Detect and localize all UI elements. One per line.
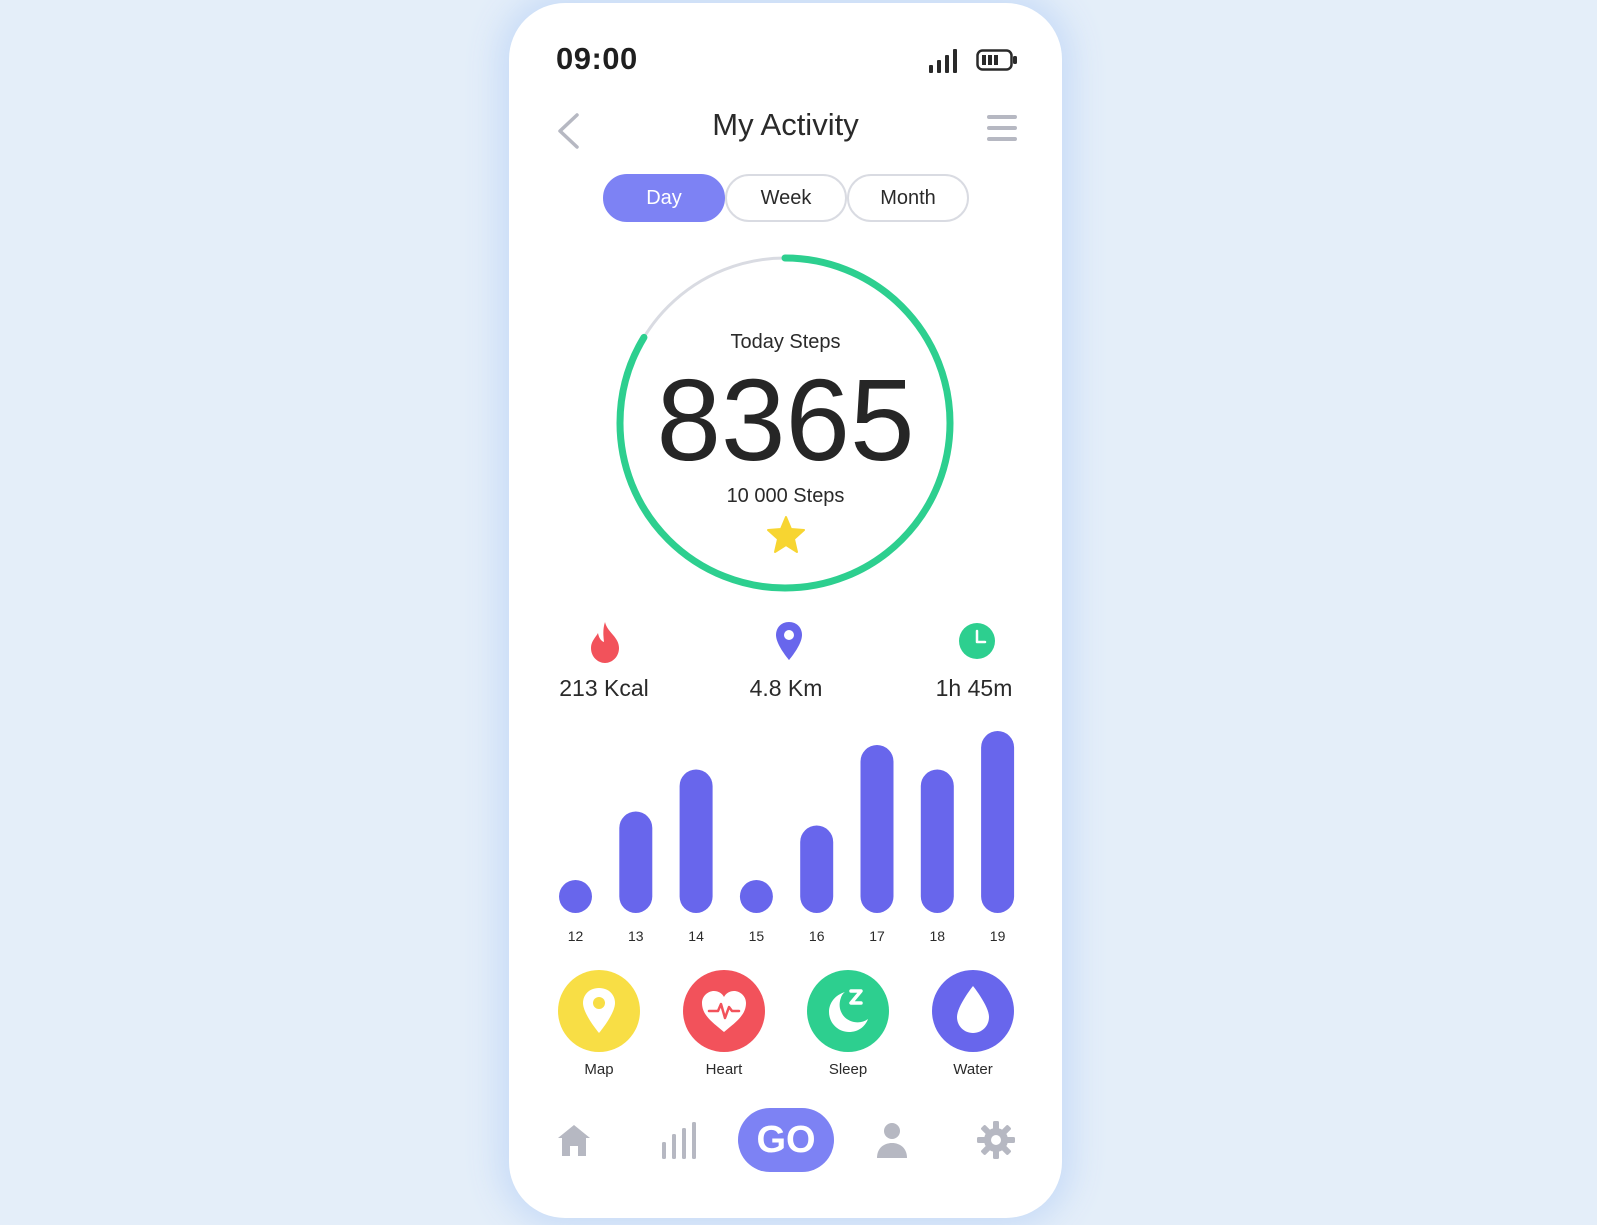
- x-tick-label: 15: [749, 928, 765, 944]
- bar-15: [739, 880, 773, 913]
- phone-frame: 09:00 My Activity Day Week Month Today S…: [509, 3, 1062, 1218]
- profile-icon[interactable]: [875, 1121, 909, 1159]
- bar-12: [559, 880, 592, 913]
- water-label: Water: [953, 1061, 993, 1078]
- distance-value: 4.8 Km: [749, 675, 823, 701]
- sleep-button[interactable]: Sleep: [788, 970, 908, 1078]
- map-button-circle: [558, 970, 640, 1052]
- location-pin-icon: [776, 622, 802, 660]
- go-button[interactable]: GO: [738, 1108, 834, 1172]
- bar-13: [619, 811, 653, 913]
- x-tick-label: 14: [688, 928, 704, 944]
- hamburger-menu-icon[interactable]: [986, 113, 1018, 143]
- x-tick-label: 17: [869, 928, 885, 944]
- calories-value: 213 Kcal: [559, 675, 649, 701]
- duration-value: 1h 45m: [935, 675, 1013, 701]
- moon-icon: [829, 989, 868, 1032]
- bar-16: [800, 825, 834, 913]
- steps-count: 8365: [656, 355, 915, 485]
- x-tick-label: 13: [628, 928, 644, 944]
- bar-19: [981, 731, 1015, 913]
- battery-icon: [976, 49, 1017, 71]
- map-label: Map: [584, 1061, 614, 1078]
- settings-icon[interactable]: [976, 1120, 1016, 1160]
- steps-goal: 10 000 Steps: [726, 485, 845, 507]
- x-tick-label: 18: [930, 928, 946, 944]
- page-title: My Activity: [712, 107, 859, 142]
- flame-icon: [591, 622, 619, 663]
- bar-17: [860, 745, 894, 913]
- sleep-button-circle: [807, 970, 889, 1052]
- water-drop-icon: [957, 986, 989, 1033]
- sleep-label: Sleep: [828, 1061, 868, 1078]
- heart-button-circle: [683, 970, 765, 1052]
- status-time: 09:00: [556, 41, 638, 76]
- x-tick-label: 12: [568, 928, 584, 944]
- heart-label: Heart: [705, 1061, 743, 1078]
- map-pin-icon: [583, 988, 615, 1033]
- map-button[interactable]: Map: [539, 970, 659, 1078]
- heart-icon: [702, 991, 746, 1032]
- clock-icon: [959, 623, 995, 659]
- tab-month[interactable]: Month: [847, 174, 969, 222]
- water-button-circle: [932, 970, 1014, 1052]
- water-button[interactable]: Water: [913, 970, 1033, 1078]
- bar-14: [679, 769, 713, 913]
- star-icon: [767, 516, 805, 553]
- stats-icon[interactable]: [660, 1120, 700, 1160]
- x-tick-label: 16: [809, 928, 825, 944]
- bar-18: [920, 769, 954, 913]
- x-tick-label: 19: [990, 928, 1006, 944]
- screen-background: 09:00 My Activity Day Week Month Today S…: [0, 0, 1597, 1225]
- tab-day[interactable]: Day: [603, 174, 725, 222]
- heart-button[interactable]: Heart: [664, 970, 784, 1078]
- home-icon[interactable]: [556, 1122, 592, 1158]
- tab-week[interactable]: Week: [725, 174, 847, 222]
- steps-bar-chart: 12 13 14 15 16 17 18 19: [559, 731, 1015, 944]
- signal-bars-icon: [929, 49, 957, 73]
- steps-title: Today Steps: [730, 331, 841, 353]
